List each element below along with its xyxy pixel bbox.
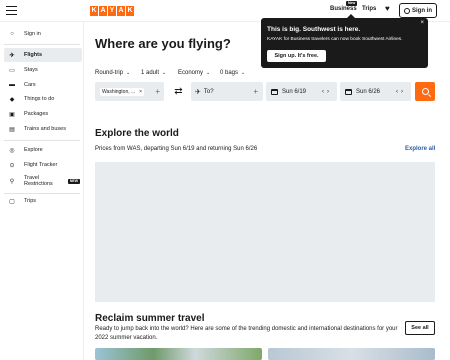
tracker-icon: ⊙ (9, 162, 15, 169)
explore-title: Explore the world (95, 128, 179, 139)
calendar-icon (345, 88, 352, 95)
add-origin-icon[interactable]: + (155, 87, 160, 96)
suitcase-icon: ▢ (9, 198, 15, 205)
heart-icon[interactable]: ♥ (385, 5, 390, 13)
destination-image[interactable] (268, 348, 435, 360)
train-icon: ▤ (9, 126, 15, 133)
sidebar: ○ Sign in ✈ Flights ▭ Stays ▬ Cars ◆ Thi… (0, 22, 84, 360)
origin-value: Washington, ... (102, 88, 136, 95)
promo-text: KAYAK for Business travelers can now boo… (267, 37, 403, 42)
person-icon: ○ (10, 31, 14, 37)
depart-date-value: Sun 6/19 (282, 88, 307, 95)
restriction-icon: ⚲ (9, 178, 15, 185)
travelers-value: 1 adult (141, 70, 160, 76)
sidebar-item-trains[interactable]: ▤ Trains and buses (4, 122, 82, 136)
date-arrows-icon[interactable]: ‹› (396, 89, 406, 95)
remove-origin-icon[interactable]: × (139, 89, 142, 95)
sign-in-button[interactable]: Sign in (399, 3, 437, 18)
explore-subtitle: Prices from WAS, departing Sun 6/19 and … (95, 146, 258, 152)
logo-letter: Y (108, 6, 116, 16)
trip-type-value: Round-trip (95, 70, 124, 76)
sidebar-item-explore[interactable]: ◎ Explore (4, 143, 82, 157)
date-arrows-icon[interactable]: ‹› (322, 89, 332, 95)
trip-type-select[interactable]: Round-trip ⌄ (95, 70, 130, 76)
sidebar-divider (4, 140, 80, 141)
person-icon (404, 7, 410, 14)
bags-select[interactable]: 0 bags ⌄ (220, 70, 245, 76)
sidebar-item-flight-tracker[interactable]: ⊙ Flight Tracker (4, 158, 82, 172)
add-destination-icon[interactable]: + (253, 87, 258, 96)
logo-letter: K (90, 6, 98, 16)
cabin-value: Economy (178, 70, 204, 76)
chevron-down-icon: ⌄ (241, 70, 246, 76)
destination-field[interactable]: ✈ To? + (191, 82, 263, 101)
travelers-select[interactable]: 1 adult ⌄ (141, 70, 166, 76)
sidebar-item-travel-restrictions[interactable]: ⚲ Travel Restrictions NEW (4, 173, 82, 189)
calendar-icon (271, 88, 278, 95)
plane-icon: ✈ (9, 52, 15, 59)
bags-value: 0 bags (220, 70, 239, 76)
search-icon (421, 88, 429, 95)
promo-title: This is big. Southwest is here. (267, 26, 361, 33)
sidebar-item-flights[interactable]: ✈ Flights (4, 48, 82, 62)
business-promo-popup: × This is big. Southwest is here. KAYAK … (261, 18, 428, 68)
swap-icon[interactable]: ⇄ (169, 82, 188, 101)
page-title: Where are you flying? (95, 36, 231, 51)
origin-chip[interactable]: Washington, ... × (100, 87, 145, 96)
reclaim-title: Reclaim summer travel (95, 313, 205, 324)
sidebar-sign-in[interactable]: ○ Sign in (4, 27, 82, 41)
promo-signup-button[interactable]: Sign up. It's free. (267, 50, 326, 62)
sidebar-item-packages[interactable]: ▣ Packages (4, 107, 82, 121)
globe-icon: ◎ (9, 147, 15, 154)
sidebar-item-things-to-do[interactable]: ◆ Things to do (4, 92, 82, 106)
sidebar-item-cars[interactable]: ▬ Cars (4, 78, 82, 92)
close-icon[interactable]: × (420, 20, 424, 26)
explore-all-link[interactable]: Explore all (405, 146, 435, 152)
sidebar-divider (4, 44, 80, 45)
car-icon: ▬ (9, 82, 15, 88)
chevron-down-icon: ⌄ (162, 70, 167, 76)
package-icon: ▣ (9, 111, 15, 118)
destination-placeholder: To? (203, 88, 214, 95)
chevron-down-icon: ⌄ (206, 70, 211, 76)
return-date-field[interactable]: Sun 6/26 ‹› (340, 82, 411, 101)
logo-letter: K (126, 6, 134, 16)
destination-image[interactable] (95, 348, 262, 360)
chevron-down-icon: ⌄ (126, 70, 131, 76)
sign-in-label: Sign in (412, 7, 432, 14)
reclaim-subtitle: Ready to jump back into the world? Here … (95, 326, 398, 341)
see-all-button[interactable]: See all (405, 321, 435, 335)
bed-icon: ▭ (9, 67, 15, 74)
plane-icon: ✈ (195, 88, 201, 96)
explore-map[interactable] (95, 162, 435, 302)
ticket-icon: ◆ (9, 96, 15, 103)
origin-field[interactable]: Washington, ... × + (95, 82, 164, 101)
cabin-select[interactable]: Economy ⌄ (178, 70, 210, 76)
sidebar-item-trips[interactable]: ▢ Trips (4, 194, 82, 208)
logo-letter: A (117, 6, 125, 16)
hamburger-menu-icon[interactable] (6, 6, 17, 16)
sidebar-item-stays[interactable]: ▭ Stays (4, 63, 82, 77)
trips-link[interactable]: Trips (362, 6, 376, 12)
logo-letter: A (99, 6, 107, 16)
business-link[interactable]: Business (330, 6, 357, 12)
return-date-value: Sun 6/26 (356, 88, 381, 95)
new-badge: NEW (67, 178, 80, 184)
kayak-logo[interactable]: K A Y A K (90, 6, 135, 16)
depart-date-field[interactable]: Sun 6/19 ‹› (266, 82, 337, 101)
search-button[interactable] (415, 82, 435, 101)
